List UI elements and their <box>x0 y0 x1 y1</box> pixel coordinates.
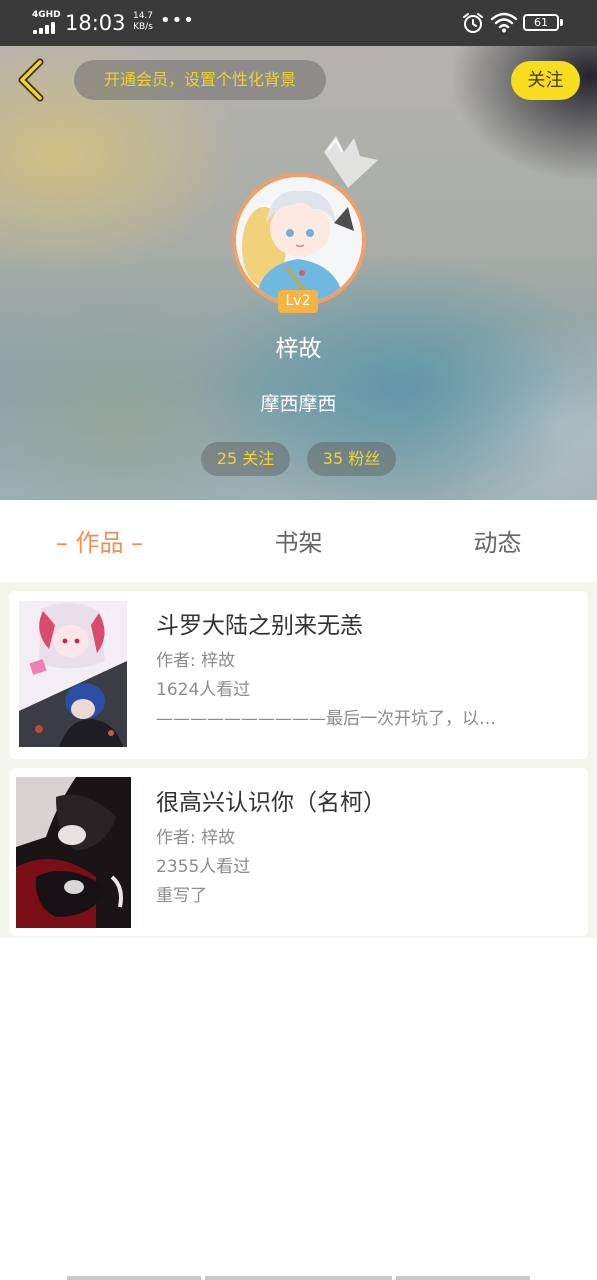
more-notifications-icon: ••• <box>160 10 195 31</box>
book-cover-image <box>19 601 127 747</box>
fans-count[interactable]: 35 粉丝 <box>307 442 396 476</box>
network-speed-value: 14.7 <box>132 11 154 21</box>
work-title: 很高兴认识你（名柯） <box>156 790 386 816</box>
tab-bookshelf[interactable]: 书架 <box>199 500 398 582</box>
status-bar: 4GHD 18:03 14.7 KB/s ••• 61 <box>0 0 597 46</box>
battery-cap <box>560 19 563 26</box>
status-time: 18:03 <box>65 11 126 35</box>
profile-screen: 4GHD 18:03 14.7 KB/s ••• 61 开通会员，设置个性化背景… <box>0 0 597 1280</box>
following-count[interactable]: 25 关注 <box>201 442 290 476</box>
vip-background-banner[interactable]: 开通会员，设置个性化背景 <box>74 60 326 100</box>
work-author: 作者: 梓故 <box>156 828 236 848</box>
work-views: 1624人看过 <box>156 680 251 700</box>
signal-icon: 4GHD <box>30 10 61 34</box>
user-bio: 摩西摩西 <box>260 393 337 415</box>
username: 梓故 <box>275 336 322 362</box>
work-description: ——————————最后一次开坑了，以… <box>156 709 496 729</box>
network-speed: 14.7 KB/s <box>128 11 158 33</box>
work-author: 作者: 梓故 <box>156 651 236 671</box>
tab-works[interactable]: – 作品 – <box>0 500 199 582</box>
avatar[interactable] <box>232 173 366 307</box>
level-badge: Lv2 <box>278 290 318 313</box>
list-item[interactable]: 很高兴认识你（名柯） 作者: 梓故 2355人看过 重写了 <box>9 768 588 936</box>
profile-header: 开通会员，设置个性化背景 关注 Lv2 梓故 摩西摩西 25 关注 35 粉丝 <box>0 46 597 500</box>
tab-activity[interactable]: 动态 <box>398 500 597 582</box>
scroll-indicator-segment <box>67 1276 201 1280</box>
battery-icon: 61 <box>523 14 559 31</box>
wifi-icon <box>490 12 518 33</box>
book-cover-image <box>16 777 131 928</box>
scroll-indicator-segment <box>205 1276 392 1280</box>
avatar-illustration <box>236 177 362 303</box>
work-title: 斗罗大陆之别来无恙 <box>156 613 363 639</box>
battery-level: 61 <box>534 16 548 29</box>
work-views: 2355人看过 <box>156 857 251 877</box>
profile-tabs: – 作品 – 书架 动态 <box>0 500 597 582</box>
list-item[interactable]: 斗罗大陆之别来无恙 作者: 梓故 1624人看过 ——————————最后一次开… <box>9 591 588 759</box>
book-cover[interactable] <box>19 601 127 747</box>
network-type: 4GHD <box>32 10 61 20</box>
network-speed-unit: KB/s <box>133 22 153 32</box>
follow-button[interactable]: 关注 <box>511 61 580 100</box>
book-cover[interactable] <box>16 777 131 928</box>
works-list: 斗罗大陆之别来无恙 作者: 梓故 1624人看过 ——————————最后一次开… <box>0 582 597 938</box>
alarm-icon <box>463 13 483 33</box>
back-button[interactable] <box>14 58 48 102</box>
scroll-indicator-segment <box>396 1276 530 1280</box>
work-description: 重写了 <box>156 886 207 906</box>
